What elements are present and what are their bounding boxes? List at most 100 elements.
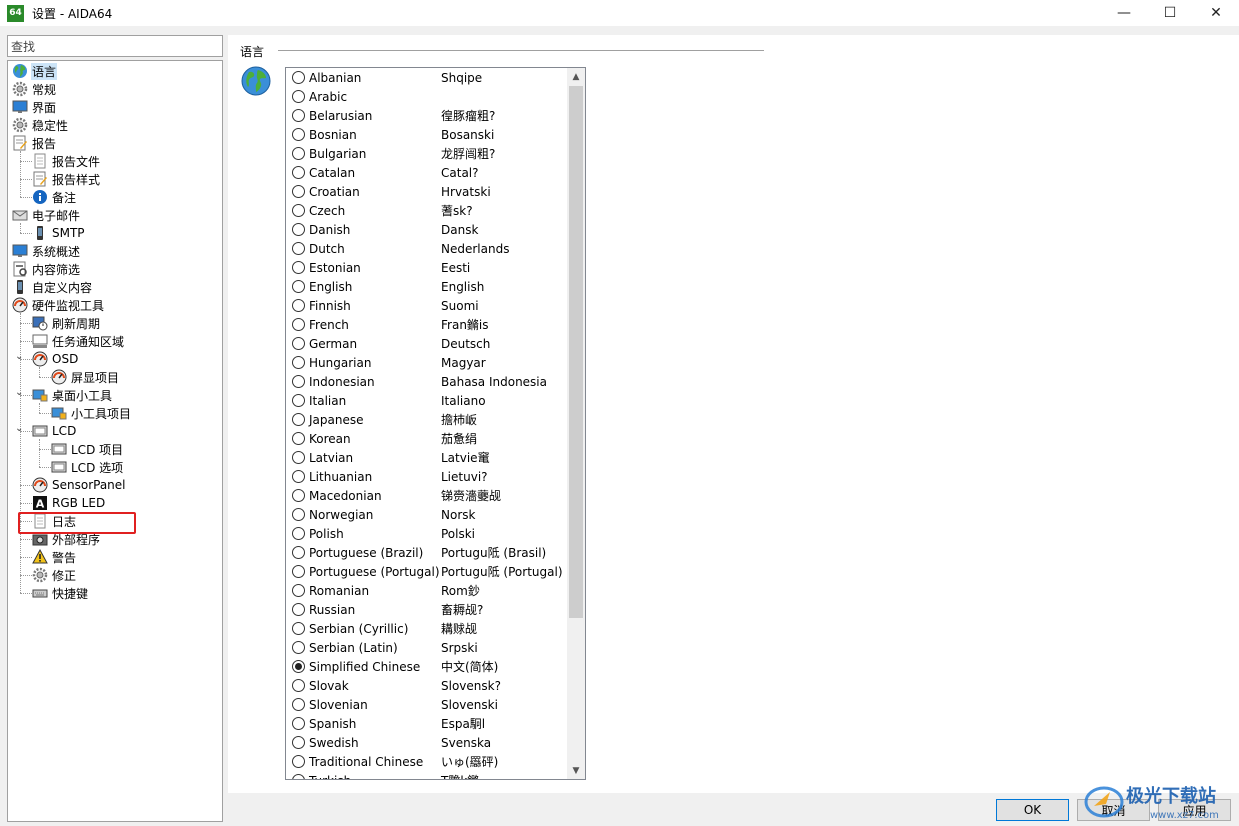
language-option[interactable]: Bosnian Bosanski	[286, 125, 568, 144]
tree-item[interactable]: 语言	[12, 62, 58, 80]
language-radio[interactable]	[292, 717, 305, 730]
language-option[interactable]: Catalan Catal?	[286, 163, 568, 182]
language-option[interactable]: Belarusian 徨豚瘤粗?	[286, 106, 568, 125]
tree-item[interactable]: 快捷键	[32, 584, 89, 602]
language-radio[interactable]	[292, 660, 305, 673]
search-input[interactable]	[7, 35, 223, 57]
tree-item[interactable]: 界面	[12, 98, 57, 116]
language-radio[interactable]	[292, 698, 305, 711]
tree-item[interactable]: 刷新周期	[32, 314, 101, 332]
tree-item[interactable]: 屏显项目	[51, 368, 120, 386]
maximize-button[interactable]: ☐	[1147, 0, 1193, 26]
ok-button[interactable]: OK	[996, 799, 1069, 821]
language-option[interactable]: Italian Italiano	[286, 391, 568, 410]
language-radio[interactable]	[292, 736, 305, 749]
tree-item[interactable]: 报告	[12, 134, 57, 152]
tree-item[interactable]: 报告文件	[32, 152, 101, 170]
language-radio[interactable]	[292, 755, 305, 768]
language-option[interactable]: Czech 蓍sk?	[286, 201, 568, 220]
language-option[interactable]: Croatian Hrvatski	[286, 182, 568, 201]
language-list-scrollbar[interactable]: ▲ ▼	[567, 68, 585, 779]
language-radio[interactable]	[292, 565, 305, 578]
language-radio[interactable]	[292, 622, 305, 635]
tree-item[interactable]: 稳定性	[12, 116, 69, 134]
tree-item[interactable]: 任务通知区域	[32, 332, 125, 350]
tree-item[interactable]: 系统概述	[12, 242, 81, 260]
language-list[interactable]: Turkish T黵k鏴 Traditional Chinese いゅ(羉砰) Swed…	[285, 67, 586, 780]
language-option[interactable]: Slovak Slovensk?	[286, 676, 568, 695]
language-option[interactable]: Serbian (Cyrillic) 耩赇觇	[286, 619, 568, 638]
scrollbar-thumb[interactable]	[569, 86, 583, 618]
language-option[interactable]: Danish Dansk	[286, 220, 568, 239]
language-radio[interactable]	[292, 603, 305, 616]
language-radio[interactable]	[292, 774, 305, 779]
language-radio[interactable]	[292, 508, 305, 521]
language-radio[interactable]	[292, 641, 305, 654]
tree-item[interactable]: SensorPanel	[32, 476, 127, 494]
language-option[interactable]: Japanese 擔杮岅	[286, 410, 568, 429]
tree-item[interactable]: A RGB LED	[32, 494, 106, 512]
language-radio[interactable]	[292, 679, 305, 692]
language-radio[interactable]	[292, 394, 305, 407]
language-option[interactable]: Bulgarian 龙脬闿粗?	[286, 144, 568, 163]
tree-item[interactable]: LCD 选项	[51, 458, 124, 476]
language-radio[interactable]	[292, 584, 305, 597]
language-option[interactable]: Portuguese (Portugal) Portugu阺 (Portugal)	[286, 562, 568, 581]
language-option[interactable]: Swedish Svenska	[286, 733, 568, 752]
language-option[interactable]: Slovenian Slovenski	[286, 695, 568, 714]
language-option[interactable]: Spanish Espa駉l	[286, 714, 568, 733]
settings-tree[interactable]: 语言 常规 界面 稳定性 报告 报告文件 报告样式 备注 电子邮件 SMTP 系统概述 内容筛选 自定义…	[7, 60, 223, 822]
language-radio[interactable]	[292, 242, 305, 255]
language-option[interactable]: Russian 畜耨觇?	[286, 600, 568, 619]
language-option[interactable]: Romanian Rom鈔	[286, 581, 568, 600]
language-radio[interactable]	[292, 204, 305, 217]
language-option[interactable]: Dutch Nederlands	[286, 239, 568, 258]
language-option[interactable]: Arabic	[286, 87, 568, 106]
language-radio[interactable]	[292, 128, 305, 141]
language-option[interactable]: German Deutsch	[286, 334, 568, 353]
scroll-down-icon[interactable]: ▼	[567, 762, 585, 779]
tree-item[interactable]: 自定义内容	[12, 278, 93, 296]
tree-item[interactable]: 报告样式	[32, 170, 101, 188]
language-radio[interactable]	[292, 337, 305, 350]
minimize-button[interactable]: —	[1101, 0, 1147, 26]
language-radio[interactable]	[292, 432, 305, 445]
language-option[interactable]: Latvian Latvie竃	[286, 448, 568, 467]
language-radio[interactable]	[292, 470, 305, 483]
tree-item[interactable]: 修正	[32, 566, 77, 584]
language-option[interactable]: Polish Polski	[286, 524, 568, 543]
language-option[interactable]: Korean 茄惫绢	[286, 429, 568, 448]
language-radio[interactable]	[292, 375, 305, 388]
tree-item[interactable]: LCD 项目	[51, 440, 124, 458]
language-radio[interactable]	[292, 489, 305, 502]
close-button[interactable]: ✕	[1193, 0, 1239, 26]
language-radio[interactable]	[292, 223, 305, 236]
tree-item[interactable]: 备注	[32, 188, 77, 206]
tree-item[interactable]: LCD	[32, 422, 77, 440]
language-radio[interactable]	[292, 166, 305, 179]
language-option[interactable]: Serbian (Latin) Srpski	[286, 638, 568, 657]
tree-item[interactable]: 内容筛选	[12, 260, 81, 278]
language-radio[interactable]	[292, 90, 305, 103]
language-option[interactable]: Portuguese (Brazil) Portugu阺 (Brasil)	[286, 543, 568, 562]
language-radio[interactable]	[292, 451, 305, 464]
tree-item[interactable]: 常规	[12, 80, 57, 98]
language-option[interactable]: Simplified Chinese 中文(简体)	[286, 657, 568, 676]
tree-item[interactable]: 小工具项目	[51, 404, 132, 422]
tree-item[interactable]: OSD	[32, 350, 79, 368]
language-option[interactable]: English English	[286, 277, 568, 296]
language-option[interactable]: French Fran鏅is	[286, 315, 568, 334]
tree-item[interactable]: 电子邮件	[12, 206, 81, 224]
language-radio[interactable]	[292, 299, 305, 312]
tree-item[interactable]: 硬件监视工具	[12, 296, 105, 314]
language-radio[interactable]	[292, 413, 305, 426]
language-option[interactable]: Traditional Chinese いゅ(羉砰)	[286, 752, 568, 771]
language-radio[interactable]	[292, 261, 305, 274]
language-radio[interactable]	[292, 356, 305, 369]
language-option[interactable]: Finnish Suomi	[286, 296, 568, 315]
language-option[interactable]: Estonian Eesti	[286, 258, 568, 277]
scroll-up-icon[interactable]: ▲	[567, 68, 585, 85]
language-radio[interactable]	[292, 147, 305, 160]
language-option[interactable]: Turkish T黵k鏴	[286, 771, 568, 779]
language-radio[interactable]	[292, 527, 305, 540]
